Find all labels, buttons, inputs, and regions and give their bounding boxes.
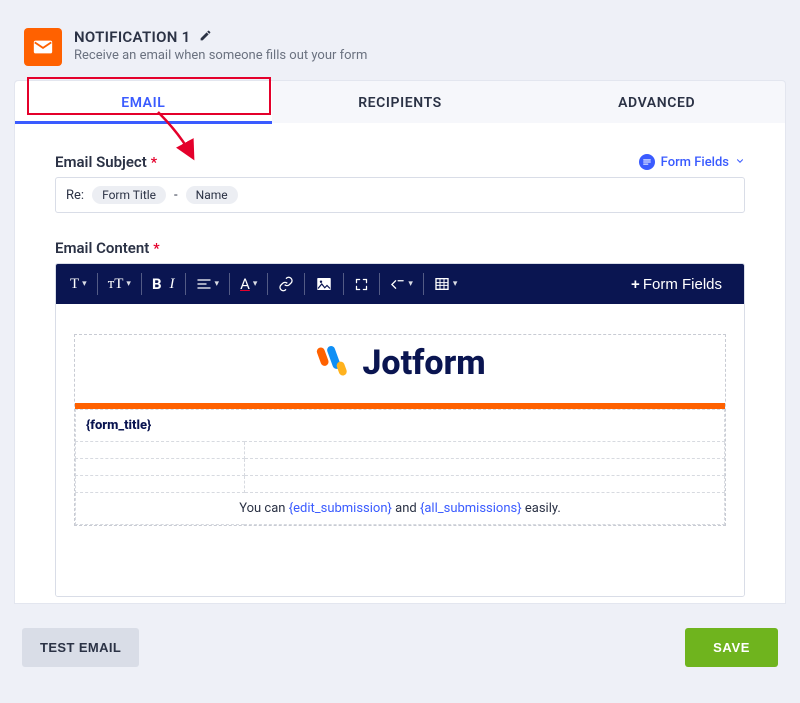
template-table: {form_title} You can {edit_submission} a… [75,409,725,525]
footer-text: You can [239,501,288,516]
test-email-button[interactable]: TEST EMAIL [22,628,139,667]
font-size-dropdown[interactable]: ᴛT▾ [108,276,131,293]
toolbar-separator [343,273,344,295]
button-label: Form Fields [643,276,722,293]
required-mark: * [153,241,159,257]
toolbar-separator [304,273,305,295]
align-dropdown[interactable]: ▾ [196,276,220,292]
chip-label: Name [196,188,228,202]
tab-advanced[interactable]: ADVANCED [528,81,785,123]
tabs: EMAIL RECIPIENTS ADVANCED [14,80,786,123]
toolbar-separator [141,273,142,295]
brand-logo-row: Jotform [75,335,725,403]
tab-recipients[interactable]: RECIPIENTS [272,81,529,123]
toolbar-separator [229,273,230,295]
fullscreen-button[interactable] [354,277,369,292]
subject-separator: - [174,188,178,203]
toolbar-separator [267,273,268,295]
notification-email-icon [24,28,62,66]
editor-body[interactable]: Jotform {form_title} You can {edit_submi… [56,304,744,596]
toolbar-separator [423,273,424,295]
insert-form-fields-button[interactable]: + Form Fields [617,268,736,301]
email-settings-panel: Email Subject* Form Fields Re: Form Titl… [14,123,786,604]
toolbar-separator [97,273,98,295]
text-color-dropdown[interactable]: A▾ [240,275,257,293]
save-button[interactable]: SAVE [685,628,778,667]
italic-button[interactable]: I [170,276,175,293]
form-fields-dropdown[interactable]: Form Fields [639,154,745,170]
button-label: SAVE [713,640,750,655]
chevron-down-icon [735,156,745,169]
chip-label: Form Title [102,188,156,202]
email-subject-input[interactable]: Re: Form Title - Name [55,177,745,213]
page-title: NOTIFICATION 1 [74,28,191,46]
form-title-token: {form_title} [76,410,725,442]
email-content-label: Email Content [55,239,149,257]
tab-label: ADVANCED [618,95,695,111]
form-fields-badge-icon [639,154,655,170]
jotform-logo-icon [314,344,352,382]
toolbar-separator [185,273,186,295]
email-content-editor: T▾ ᴛT▾ B I ▾ A▾ [55,263,745,597]
email-subject-label: Email Subject [55,153,147,171]
footer: TEST EMAIL SAVE [0,604,800,691]
tab-email[interactable]: EMAIL [15,81,272,123]
footer-text: easily. [522,501,561,516]
footer-text: and [392,501,420,516]
subject-chip-formtitle[interactable]: Form Title [92,186,166,204]
brand-name: Jotform [362,343,485,383]
tab-label: EMAIL [121,95,165,111]
paragraph-format-dropdown[interactable]: T▾ [70,276,87,293]
required-mark: * [151,155,157,171]
edit-title-icon[interactable] [199,29,212,46]
button-label: TEST EMAIL [40,640,121,655]
source-code-dropdown[interactable]: ▾ [390,277,413,292]
bold-button[interactable]: B [152,275,162,293]
template-footer: You can {edit_submission} and {all_submi… [76,493,725,525]
subject-chip-name[interactable]: Name [186,186,238,204]
tab-label: RECIPIENTS [358,95,442,111]
table-dropdown[interactable]: ▾ [434,276,458,292]
subject-prefix: Re: [66,188,84,203]
form-fields-label: Form Fields [661,155,729,170]
all-submissions-link[interactable]: {all_submissions} [420,501,522,516]
link-button[interactable] [278,276,294,292]
image-button[interactable] [315,275,333,293]
editor-toolbar: T▾ ᴛT▾ B I ▾ A▾ [56,264,744,304]
toolbar-separator [379,273,380,295]
header: NOTIFICATION 1 Receive an email when som… [0,0,800,80]
plus-icon: + [631,276,640,293]
edit-submission-link[interactable]: {edit_submission} [289,501,392,516]
page-subtitle: Receive an email when someone fills out … [74,48,367,63]
